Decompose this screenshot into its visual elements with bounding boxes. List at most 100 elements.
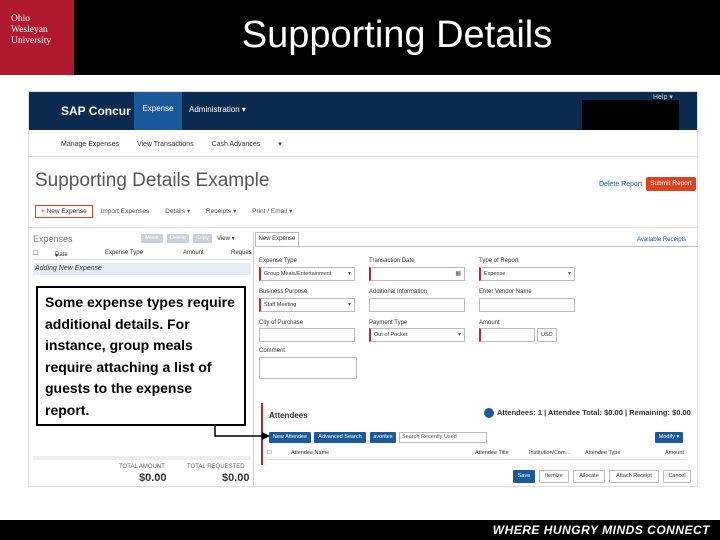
chevron-down-icon: ▾: [278, 141, 282, 148]
new-expense-label: New Expense: [46, 208, 87, 215]
attendee-select-all-checkbox[interactable]: ☐: [267, 450, 272, 456]
details-menu[interactable]: Details ▾: [165, 208, 190, 215]
explanation-callout: Some expense types require additional de…: [36, 286, 246, 426]
nav-administration[interactable]: Administration ▾: [189, 105, 246, 114]
nav-tab-expense[interactable]: Expense: [134, 92, 182, 130]
save-button[interactable]: Save: [513, 470, 535, 483]
attendees-icon: [484, 408, 494, 419]
submit-report-button[interactable]: Submit Report: [646, 177, 696, 191]
payment-type-select[interactable]: Out of Pocket ▾: [369, 328, 465, 342]
chevron-down-icon: ▾: [241, 105, 246, 114]
city-of-purchase-input[interactable]: [259, 328, 355, 342]
new-attendee-button[interactable]: New Attendee: [269, 432, 311, 443]
move-button[interactable]: Move: [141, 234, 163, 243]
column-attendee-type[interactable]: Attendee Type: [585, 450, 620, 456]
divider: [29, 156, 697, 157]
additional-information-input[interactable]: [369, 298, 465, 312]
logo-line: Wesleyan: [11, 25, 48, 35]
subnav-manage-expenses[interactable]: Manage Expenses: [61, 141, 119, 148]
business-purpose-value: Staff Meeting: [264, 302, 297, 308]
print-email-menu[interactable]: Print / Email ▾: [252, 208, 292, 215]
total-amount-label: TOTAL AMOUNT: [119, 464, 165, 470]
delete-button[interactable]: Delete: [167, 234, 189, 243]
receipts-menu[interactable]: Receipts ▾: [206, 208, 236, 215]
details-label: Details: [165, 208, 185, 215]
subnav-view-transactions[interactable]: View Transactions: [137, 141, 194, 148]
expense-type-label: Expense Type: [259, 258, 297, 264]
cancel-button[interactable]: Cancel: [663, 470, 691, 483]
payment-type-value: Out of Pocket: [374, 332, 408, 338]
column-attendee-name[interactable]: Attendee Name: [291, 450, 329, 456]
divider: [255, 246, 697, 247]
amount-label: Amount: [479, 320, 500, 326]
pane-divider: [253, 232, 254, 486]
import-expenses-link[interactable]: Import Expenses: [101, 208, 150, 215]
type-of-report-label: Type of Report: [479, 258, 519, 264]
attendees-summary: Attendees: 1 | Attendee Total: $0.00 | R…: [484, 408, 691, 419]
attach-receipt-button[interactable]: Attach Receipt: [609, 470, 659, 483]
adding-new-expense-row[interactable]: Adding New Expense: [33, 263, 251, 275]
redacted-box: [582, 100, 679, 130]
logo-line: University: [11, 36, 52, 46]
transaction-date-input[interactable]: ▦: [369, 267, 465, 281]
subnav-cash-advances[interactable]: Cash Advances ▾: [212, 141, 298, 148]
city-of-purchase-label: City of Purchase: [259, 320, 304, 326]
report-title: Supporting Details Example: [35, 170, 270, 191]
copy-button[interactable]: Copy: [193, 234, 212, 243]
horizontal-scrollbar[interactable]: [33, 456, 251, 460]
column-amount[interactable]: Amount: [665, 450, 684, 456]
new-expense-button[interactable]: + New Expense: [35, 205, 93, 218]
column-amount[interactable]: Amount: [183, 250, 204, 256]
select-all-checkbox[interactable]: ☐: [33, 250, 38, 257]
modify-label: Modify: [658, 434, 675, 440]
attendee-search-input[interactable]: Search Recently Used: [399, 432, 487, 443]
available-receipts-link[interactable]: Available Receipts: [637, 237, 686, 243]
view-dropdown[interactable]: View ▾: [217, 235, 235, 242]
chevron-down-icon: ▾: [457, 332, 461, 338]
comment-textarea[interactable]: [259, 357, 357, 379]
view-label: View: [217, 236, 230, 242]
delete-report-link[interactable]: Delete Report: [599, 181, 642, 188]
tab-new-expense[interactable]: New Expense: [255, 232, 299, 246]
total-requested-label: TOTAL REQUESTED: [187, 464, 245, 470]
chevron-down-icon: ▾: [347, 271, 351, 277]
allocate-button[interactable]: Allocate: [573, 470, 605, 483]
required-marker: [261, 403, 263, 465]
chevron-down-icon: ▾: [186, 208, 191, 215]
attendees-title: Attendees: [269, 411, 308, 420]
expense-type-value: Group Meals/Entertainment: [264, 271, 332, 277]
vendor-name-input[interactable]: [479, 298, 575, 312]
chevron-down-icon: ▾: [233, 208, 237, 215]
receipts-label: Receipts: [205, 208, 232, 215]
total-amount-value: $0.00: [139, 472, 167, 484]
column-institution[interactable]: Institution/Com...: [529, 450, 570, 456]
total-requested-value: $0.00: [222, 472, 250, 484]
tagline: WHERE HUNGRY MINDS CONNECT: [492, 523, 710, 537]
subnav-cash-advances-label: Cash Advances: [211, 141, 261, 148]
slide-title: Supporting Details: [241, 14, 553, 56]
business-purpose-select[interactable]: Staff Meeting ▾: [259, 298, 355, 312]
amount-input[interactable]: [479, 328, 535, 342]
brand-name: SAP Concur: [61, 104, 131, 118]
type-of-report-value: Expense: [484, 271, 506, 277]
chevron-down-icon: ▾: [347, 302, 351, 308]
comment-label: Comment: [259, 348, 286, 354]
chevron-down-icon: ▾: [231, 236, 235, 242]
calendar-icon[interactable]: ▦: [455, 270, 461, 277]
column-requested[interactable]: Reques: [231, 250, 252, 256]
advanced-search-button[interactable]: Advanced Search: [314, 432, 366, 443]
attendees-summary-text: Attendees: 1 | Attendee Total: $0.00 | R…: [497, 408, 691, 417]
currency-value: USD: [541, 332, 553, 338]
type-of-report-select[interactable]: Expense ▾: [479, 267, 575, 281]
divider: [29, 227, 697, 228]
column-attendee-title[interactable]: Attendee Title: [475, 450, 509, 456]
currency-select[interactable]: USD: [537, 328, 557, 342]
column-expense-type[interactable]: Expense Type: [105, 250, 143, 256]
modify-button[interactable]: Modify ▾: [655, 432, 683, 443]
expense-type-select[interactable]: Group Meals/Entertainment ▾: [259, 267, 355, 281]
chevron-down-icon: ▾: [567, 271, 571, 277]
transaction-date-label: Transaction Date: [369, 258, 415, 264]
favorites-button[interactable]: avorites: [370, 432, 396, 443]
expenses-header: Expenses: [33, 234, 73, 244]
itemize-button[interactable]: Itemize: [539, 470, 569, 483]
